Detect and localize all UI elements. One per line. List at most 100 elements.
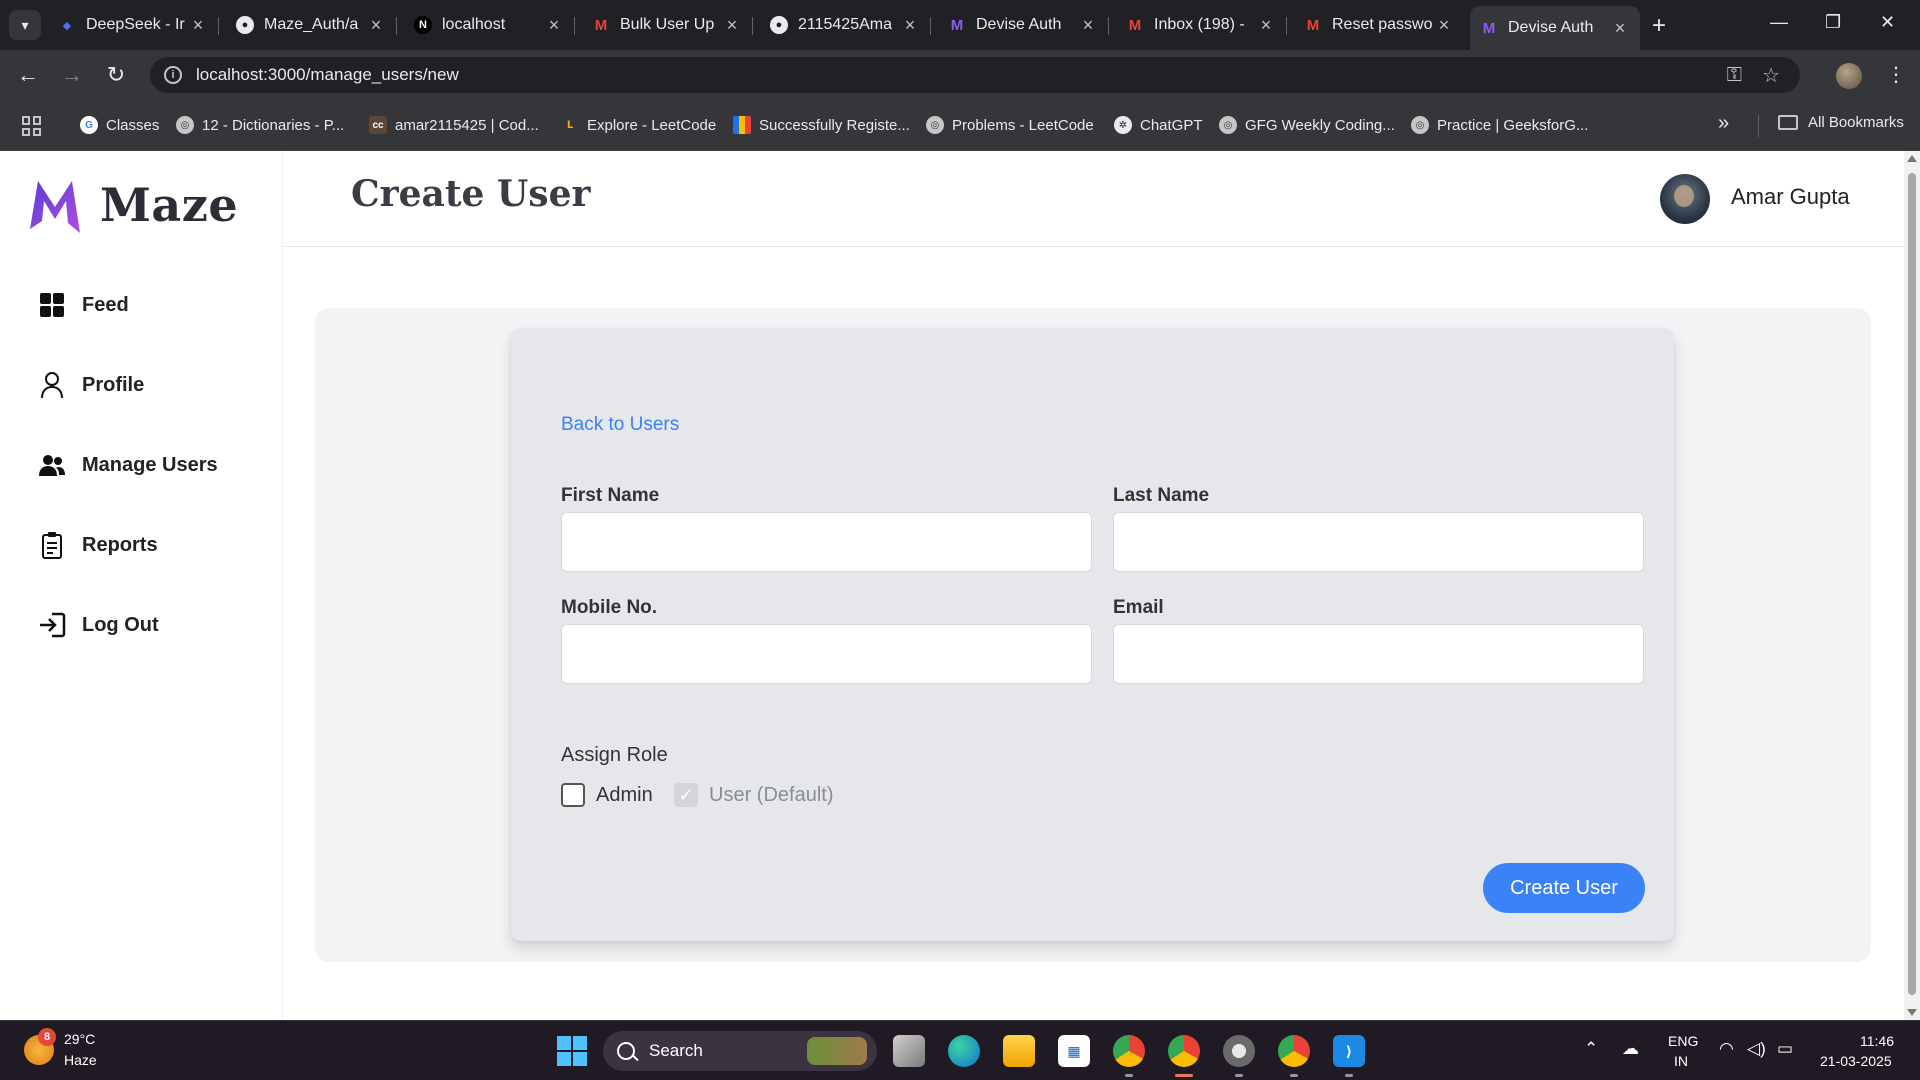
deepseek-icon: ◆ xyxy=(62,19,72,32)
sidebar-item-profile[interactable]: Profile xyxy=(38,371,144,399)
page-header: Create User Amar Gupta xyxy=(284,151,1904,247)
bookmark-item[interactable]: G Classes xyxy=(80,114,159,136)
email-input[interactable] xyxy=(1113,624,1644,684)
reload-icon[interactable]: ↻ xyxy=(102,62,130,88)
admin-checkbox-label[interactable]: Admin xyxy=(596,784,653,807)
browser-tab[interactable]: M Bulk User Up × xyxy=(582,8,753,42)
wifi-icon[interactable]: ◠ xyxy=(1719,1039,1734,1059)
chrome-profile-icon[interactable] xyxy=(1113,1035,1145,1067)
codechef-icon: cc xyxy=(369,116,387,134)
sidebar-item-reports[interactable]: Reports xyxy=(38,531,158,559)
weather-temperature[interactable]: 29°C xyxy=(64,1031,95,1047)
logo-text: Maze xyxy=(100,178,239,232)
language-indicator[interactable]: ENG xyxy=(1668,1033,1698,1049)
close-icon[interactable]: × xyxy=(722,15,742,36)
site-info-icon[interactable]: i xyxy=(164,66,182,84)
sidebar-item-manage-users[interactable]: Manage Users xyxy=(38,451,218,479)
bookmark-item[interactable]: ✲ ChatGPT xyxy=(1114,114,1203,136)
leetcode-icon: ᒪ xyxy=(566,119,574,131)
mobile-input[interactable] xyxy=(561,624,1092,684)
windows-start-icon[interactable] xyxy=(557,1036,587,1066)
vscode-icon[interactable]: ⟩ xyxy=(1333,1035,1365,1067)
back-to-users-link[interactable]: Back to Users xyxy=(561,414,679,436)
maze-logo-icon xyxy=(30,181,80,233)
close-icon[interactable]: × xyxy=(1610,18,1630,39)
clock-date[interactable]: 21-03-2025 xyxy=(1820,1053,1892,1069)
chrome-icon[interactable] xyxy=(1168,1035,1200,1067)
close-window-icon[interactable]: ✕ xyxy=(1880,12,1895,33)
all-bookmarks-button[interactable]: All Bookmarks xyxy=(1778,114,1904,131)
bookmark-item[interactable]: ◎ Problems - LeetCode xyxy=(926,114,1094,136)
bookmark-item[interactable]: ◎ 12 - Dictionaries - P... xyxy=(176,114,344,136)
microsoft-store-icon[interactable]: ▦ xyxy=(1058,1035,1090,1067)
browser-tab[interactable]: ● Maze_Auth/a × xyxy=(226,8,397,42)
password-key-icon[interactable]: ⚿ xyxy=(1727,64,1742,87)
bookmark-item[interactable]: Successfully Registe... xyxy=(733,114,910,136)
chevron-up-icon[interactable]: ⌃ xyxy=(1584,1039,1598,1059)
bookmarks-bar: G Classes ◎ 12 - Dictionaries - P... cc … xyxy=(0,100,1920,151)
edge-icon[interactable] xyxy=(948,1035,980,1067)
bookmark-item[interactable]: ᒪ Explore - LeetCode xyxy=(561,114,716,136)
address-bar[interactable]: i localhost:3000/manage_users/new ⚿ ☆ xyxy=(150,57,1800,93)
sidebar-item-logout[interactable]: Log Out xyxy=(38,611,159,639)
first-name-input[interactable] xyxy=(561,512,1092,572)
bookmark-item[interactable]: ◎ GFG Weekly Coding... xyxy=(1219,114,1395,136)
bookmark-item[interactable]: cc amar2115425 | Cod... xyxy=(369,114,539,136)
apps-grid-icon[interactable] xyxy=(22,116,42,136)
scrollbar-thumb[interactable] xyxy=(1908,173,1916,995)
more-bookmarks-icon[interactable]: » xyxy=(1718,112,1729,135)
restore-icon[interactable]: ❐ xyxy=(1825,12,1841,33)
cloud-icon[interactable]: ☁ xyxy=(1622,1039,1639,1059)
avatar[interactable] xyxy=(1660,174,1710,224)
weather-condition[interactable]: Haze xyxy=(64,1052,97,1068)
browser-tab[interactable]: M Reset passwo × xyxy=(1294,8,1464,42)
browser-tab[interactable]: M Inbox (198) - × xyxy=(1116,8,1287,42)
scroll-up-icon[interactable] xyxy=(1907,155,1917,162)
close-icon[interactable]: × xyxy=(1078,15,1098,36)
bookmark-item[interactable]: ◎ Practice | GeeksforG... xyxy=(1411,114,1588,136)
sidebar-item-feed[interactable]: Feed xyxy=(38,291,129,319)
browser-menu-icon[interactable]: ⋮ xyxy=(1886,62,1906,87)
close-icon[interactable]: × xyxy=(544,15,564,36)
logo[interactable]: Maze xyxy=(28,177,238,233)
task-view-icon[interactable] xyxy=(893,1035,925,1067)
new-tab-button[interactable]: + xyxy=(1652,12,1666,40)
tab-search-button[interactable]: ▾ xyxy=(9,10,41,40)
battery-icon[interactable]: ▭ xyxy=(1777,1039,1793,1059)
users-icon xyxy=(38,451,66,479)
create-user-button[interactable]: Create User xyxy=(1483,863,1645,913)
browser-tab[interactable]: N localhost × xyxy=(404,8,575,42)
bookmark-star-icon[interactable]: ☆ xyxy=(1762,63,1780,88)
taskbar-search[interactable]: Search xyxy=(603,1031,877,1071)
browser-tab-active[interactable]: M Devise Auth × xyxy=(1470,6,1640,50)
clock-time[interactable]: 11:46 xyxy=(1860,1033,1894,1049)
page-scrollbar[interactable] xyxy=(1904,151,1920,1020)
close-icon[interactable]: × xyxy=(188,15,208,36)
url-text[interactable]: localhost:3000/manage_users/new xyxy=(196,65,459,85)
globe-icon: ◎ xyxy=(1411,116,1429,134)
chrome-profile-icon[interactable] xyxy=(1278,1035,1310,1067)
browser-tab[interactable]: ● 2115425Ama × xyxy=(760,8,931,42)
close-icon[interactable]: × xyxy=(1434,15,1454,36)
file-explorer-icon[interactable] xyxy=(1003,1035,1035,1067)
region-indicator[interactable]: IN xyxy=(1674,1053,1688,1069)
admin-checkbox[interactable] xyxy=(561,783,585,807)
close-icon[interactable]: × xyxy=(900,15,920,36)
close-icon[interactable]: × xyxy=(366,15,386,36)
email-label: Email xyxy=(1113,597,1164,618)
gmail-icon: M xyxy=(1128,16,1142,34)
chart-icon xyxy=(733,116,751,134)
scroll-down-icon[interactable] xyxy=(1907,1009,1917,1016)
last-name-input[interactable] xyxy=(1113,512,1644,572)
browser-tab[interactable]: ◆ DeepSeek - Ir × xyxy=(48,8,219,42)
browser-profile-avatar[interactable] xyxy=(1836,63,1862,89)
forward-arrow-icon[interactable]: → xyxy=(58,62,86,88)
user-name[interactable]: Amar Gupta xyxy=(1731,184,1850,210)
minimize-icon[interactable]: — xyxy=(1770,12,1788,33)
back-arrow-icon[interactable]: ← xyxy=(14,62,42,88)
close-icon[interactable]: × xyxy=(1256,15,1276,36)
volume-icon[interactable]: ◁) xyxy=(1747,1039,1766,1059)
search-icon xyxy=(617,1042,635,1060)
settings-gear-icon[interactable] xyxy=(1223,1035,1255,1067)
browser-tab[interactable]: M Devise Auth × xyxy=(938,8,1109,42)
